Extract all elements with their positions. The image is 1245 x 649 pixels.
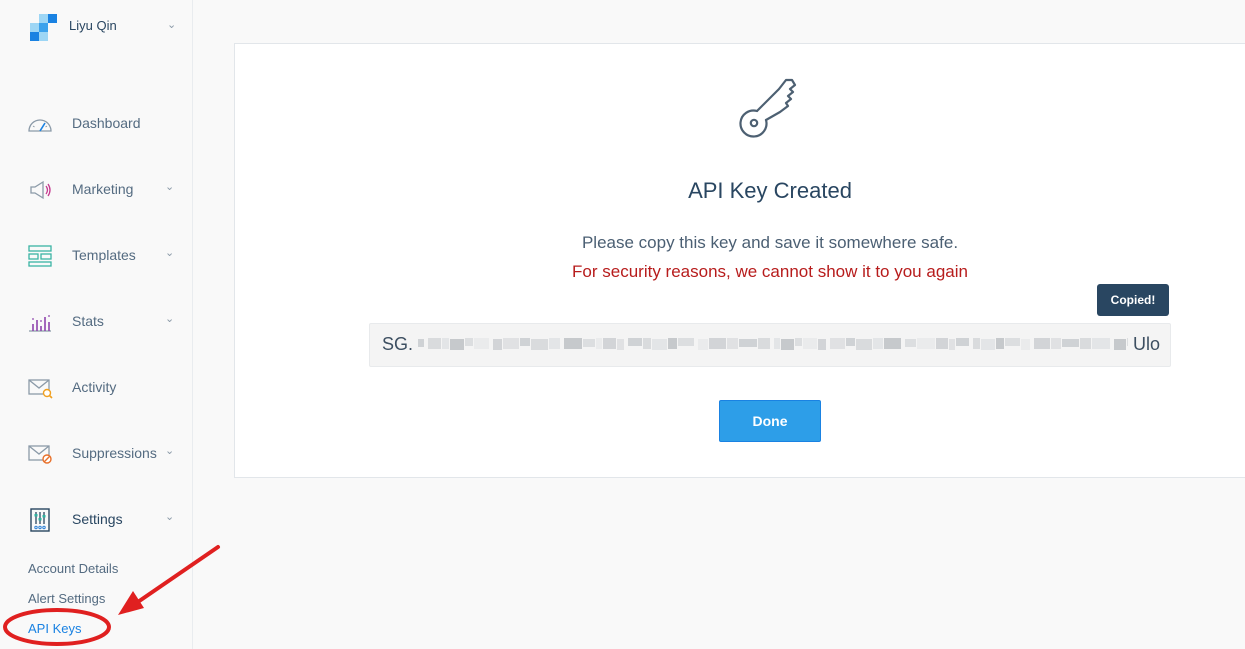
redacted-segment: [531, 339, 548, 350]
envelope-block-icon: [28, 445, 52, 464]
redacted-segment: [628, 338, 642, 346]
redacted-segment: [1127, 338, 1128, 346]
envelope-search-icon: [28, 379, 53, 399]
redacted-segment: [698, 339, 708, 350]
bar-chart-icon: [29, 315, 51, 332]
sidebar-item-marketing[interactable]: Marketing ⌄: [4, 170, 192, 210]
sidebar-subitem-api-keys[interactable]: API Keys: [28, 621, 81, 636]
redacted-segment: [739, 339, 757, 347]
done-button[interactable]: Done: [719, 400, 821, 442]
api-key-prefix: SG.: [382, 334, 414, 354]
sidebar-item-suppressions[interactable]: Suppressions ⌄: [4, 434, 192, 474]
chevron-down-icon: ⌄: [165, 181, 175, 193]
redacted-segment: [830, 338, 845, 349]
templates-icon: [28, 245, 52, 267]
redacted-segment: [956, 338, 969, 346]
chevron-down-icon: ⌄: [165, 247, 175, 259]
redacted-segment: [1092, 338, 1110, 349]
sidebar-item-dashboard[interactable]: Dashboard: [4, 104, 192, 144]
security-warning: For security reasons, we cannot show it …: [572, 262, 968, 281]
redacted-segment: [465, 338, 473, 346]
dialog-message: Please copy this key and save it somewhe…: [581, 233, 959, 252]
chevron-down-icon: ⌄: [165, 313, 175, 325]
sidebar-item-stats[interactable]: Stats ⌄: [4, 302, 192, 342]
api-key-created-dialog: API Key Created Please copy this key and…: [234, 43, 1245, 478]
account-switcher[interactable]: Liyu Qin ⌄: [29, 14, 189, 44]
redacted-segment: [549, 338, 560, 349]
redacted-segment: [442, 338, 449, 349]
redacted-segment: [1062, 339, 1079, 347]
redacted-segment: [981, 339, 995, 350]
redacted-segment: [450, 339, 464, 350]
redacted-segment: [873, 338, 883, 349]
redacted-segment: [846, 338, 855, 346]
sidebar-item-label: Suppressions: [72, 445, 157, 461]
redacted-segment: [493, 339, 502, 350]
redacted-segment: [758, 338, 770, 349]
redacted-segment: [884, 338, 901, 349]
sidebar-item-label: Settings: [72, 511, 123, 527]
chevron-down-icon: ⌄: [165, 445, 175, 457]
redacted-segment: [803, 338, 817, 349]
redacted-segment: [905, 339, 916, 347]
redacted-segment: [520, 338, 530, 346]
redacted-segment: [1005, 338, 1020, 346]
sidebar-item-activity[interactable]: Activity: [4, 368, 192, 408]
redacted-segment: [818, 339, 826, 350]
redacted-segment: [709, 338, 726, 349]
sidebar: Liyu Qin ⌄ Dashboard Marketing ⌄ Templat…: [4, 0, 193, 649]
dialog-title: API Key Created: [688, 178, 852, 203]
main-content: API Key Created Please copy this key and…: [193, 0, 1245, 649]
megaphone-icon: [30, 180, 51, 200]
api-key-field[interactable]: SG. Ulo: [369, 323, 1171, 367]
api-key-suffix: Ulo: [1132, 334, 1160, 354]
redacted-segment: [1114, 339, 1126, 350]
redacted-segment: [1051, 338, 1061, 349]
sidebar-item-settings[interactable]: Settings ⌄: [4, 500, 192, 540]
copied-tooltip: Copied!: [1097, 284, 1169, 316]
redacted-segment: [668, 338, 677, 349]
redacted-segment: [996, 338, 1004, 349]
redacted-segment: [1080, 338, 1091, 349]
gauge-icon: [28, 119, 52, 132]
redacted-segment: [583, 339, 595, 347]
redacted-segment: [603, 338, 616, 349]
sidebar-item-templates[interactable]: Templates ⌄: [4, 236, 192, 276]
redacted-segment: [917, 338, 935, 349]
redacted-segment: [936, 338, 948, 349]
sidebar-item-label: Stats: [72, 313, 104, 329]
redacted-segment: [428, 338, 441, 349]
account-name: Liyu Qin: [69, 18, 117, 33]
redacted-segment: [678, 338, 694, 346]
sidebar-item-label: Marketing: [72, 181, 134, 197]
redacted-segment: [949, 339, 955, 350]
redacted-segment: [1034, 338, 1050, 349]
redacted-segment: [973, 338, 980, 349]
redacted-segment: [856, 339, 872, 350]
chevron-down-icon: ⌄: [167, 19, 177, 31]
redacted-segment: [795, 338, 802, 346]
redacted-segment: [617, 339, 624, 350]
redacted-segment: [781, 339, 794, 350]
redacted-segment: [774, 338, 780, 349]
redacted-segment: [727, 338, 738, 349]
sendgrid-logo-icon: [30, 14, 57, 41]
redacted-segment: [596, 338, 602, 349]
redacted-segment: [474, 338, 489, 349]
sliders-icon: [30, 508, 50, 532]
sidebar-subitem-alert-settings[interactable]: Alert Settings: [28, 591, 105, 606]
redacted-segment: [418, 339, 424, 347]
sidebar-item-label: Activity: [72, 379, 117, 395]
redacted-segment: [564, 338, 582, 349]
redacted-segment: [503, 338, 519, 349]
redacted-segment: [643, 338, 651, 349]
redacted-segment: [1021, 339, 1030, 350]
key-icon: [739, 78, 797, 138]
redacted-segment: [652, 339, 667, 350]
redacted-key-blur: [418, 338, 1128, 350]
chevron-down-icon: ⌄: [165, 511, 175, 523]
sidebar-item-label: Dashboard: [72, 115, 141, 131]
sidebar-item-label: Templates: [72, 247, 136, 263]
sidebar-subitem-account-details[interactable]: Account Details: [28, 561, 118, 576]
